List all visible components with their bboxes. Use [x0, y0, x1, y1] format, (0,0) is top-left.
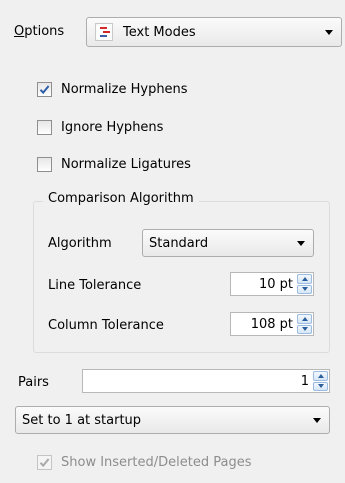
text-modes-value: Text Modes: [123, 24, 196, 40]
text-modes-dropdown[interactable]: Text Modes: [86, 17, 342, 47]
chevron-down-icon: [297, 241, 305, 246]
show-inserted-deleted-pages-checkbox[interactable]: [37, 455, 52, 470]
line-tolerance-down-button[interactable]: [297, 284, 312, 294]
show-inserted-deleted-pages-label: Show Inserted/Deleted Pages: [61, 455, 252, 470]
comparison-algorithm-title: Comparison Algorithm: [43, 191, 199, 206]
ignore-hyphens-label: Ignore Hyphens: [61, 120, 164, 135]
line-tolerance-stepper[interactable]: 10 pt: [230, 272, 314, 296]
startup-dropdown[interactable]: Set to 1 at startup: [15, 406, 330, 434]
line-tolerance-up-button[interactable]: [297, 274, 312, 284]
pairs-value[interactable]: 1: [301, 374, 309, 389]
column-tolerance-value[interactable]: 108 pt: [251, 317, 293, 332]
algorithm-label: Algorithm: [48, 236, 112, 251]
up-arrow-icon: [301, 276, 308, 281]
chevron-down-icon: [325, 30, 333, 35]
ignore-hyphens-row[interactable]: Ignore Hyphens: [37, 120, 163, 135]
normalize-ligatures-label: Normalize Ligatures: [61, 157, 191, 172]
normalize-hyphens-label: Normalize Hyphens: [61, 82, 188, 97]
algorithm-dropdown[interactable]: Standard: [142, 229, 314, 257]
pairs-down-button[interactable]: [313, 381, 328, 391]
startup-value: Set to 1 at startup: [22, 412, 142, 428]
pairs-label: Pairs: [18, 375, 49, 390]
algorithm-value: Standard: [149, 235, 209, 251]
show-inserted-deleted-pages-row[interactable]: Show Inserted/Deleted Pages: [37, 455, 251, 470]
up-arrow-icon: [317, 373, 324, 378]
checkmark-icon: [39, 458, 50, 468]
line-tolerance-label: Line Tolerance: [48, 278, 142, 293]
normalize-ligatures-checkbox[interactable]: [37, 157, 52, 172]
up-arrow-icon: [301, 316, 308, 321]
down-arrow-icon: [301, 287, 308, 292]
checkmark-icon: [39, 85, 50, 95]
down-arrow-icon: [301, 327, 308, 332]
column-tolerance-down-button[interactable]: [297, 324, 312, 334]
normalize-hyphens-checkbox[interactable]: [37, 82, 52, 97]
pairs-stepper[interactable]: 1: [82, 369, 330, 393]
text-modes-icon: [95, 23, 113, 41]
column-tolerance-up-button[interactable]: [297, 314, 312, 324]
line-tolerance-value[interactable]: 10 pt: [259, 277, 293, 292]
column-tolerance-label: Column Tolerance: [48, 318, 164, 333]
normalize-hyphens-row[interactable]: Normalize Hyphens: [37, 82, 188, 97]
pairs-up-button[interactable]: [313, 371, 328, 381]
down-arrow-icon: [317, 384, 324, 389]
column-tolerance-stepper[interactable]: 108 pt: [230, 312, 314, 336]
options-label: Options: [14, 24, 65, 39]
normalize-ligatures-row[interactable]: Normalize Ligatures: [37, 157, 191, 172]
chevron-down-icon: [313, 418, 321, 423]
ignore-hyphens-checkbox[interactable]: [37, 120, 52, 135]
